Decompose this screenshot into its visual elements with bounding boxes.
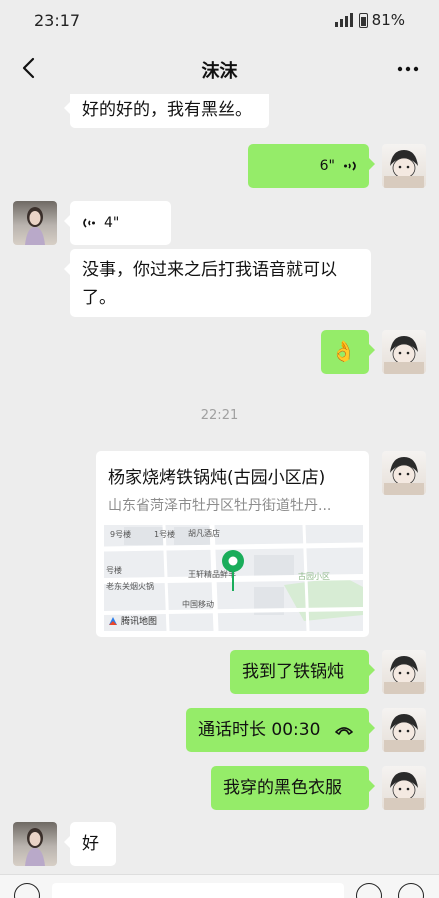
voice-duration: 6" — [319, 158, 335, 174]
signal-icon — [334, 13, 353, 27]
emoji-message-outgoing[interactable]: 👌 — [321, 330, 375, 374]
message-text: 好的好的，我有黑丝。 — [82, 100, 252, 120]
more-options-icon[interactable] — [393, 54, 423, 84]
tencent-map-logo-icon — [109, 616, 117, 625]
message-text: 没事，你过来之后打我语音就可以了。 — [82, 260, 337, 308]
message-text: 好 — [82, 834, 99, 854]
voice-wave-icon — [83, 218, 95, 228]
emoji-picker-icon[interactable] — [356, 883, 382, 898]
avatar-me[interactable] — [382, 451, 426, 495]
message-bubble-outgoing[interactable]: 我到了铁锅炖 — [230, 650, 375, 694]
phone-hangup-icon — [335, 727, 353, 735]
voice-message-incoming[interactable]: 4" — [64, 201, 171, 245]
map-label: 9号楼 — [110, 530, 132, 539]
timestamp-separator: 22:21 — [200, 408, 239, 423]
more-actions-plus-icon[interactable] — [398, 883, 424, 898]
avatar-me[interactable] — [382, 650, 426, 694]
avatar-me[interactable] — [382, 708, 426, 752]
map-label: 胡凡酒店 — [188, 529, 220, 538]
status-bar: 23:17 81% — [0, 0, 439, 44]
avatar-me[interactable] — [382, 766, 426, 810]
location-address: 山东省菏泽市牡丹区牡丹街道牡丹... — [108, 498, 332, 514]
map-label: 中国移动 — [182, 600, 214, 609]
avatar-illustration — [384, 150, 424, 188]
location-card[interactable]: 杨家烧烤铁锅炖(古园小区店) 山东省菏泽市牡丹区牡丹街道牡丹... 9号楼 1号… — [96, 451, 369, 637]
map-label: 老东关烟火锅 — [106, 582, 154, 591]
avatar-illustration — [384, 336, 424, 374]
map-label: 1号楼 — [154, 530, 176, 539]
message-input[interactable] — [52, 883, 344, 898]
avatar-illustration — [384, 714, 424, 752]
battery-percent: 81% — [371, 11, 405, 29]
map-label: 号楼 — [106, 566, 122, 575]
battery-icon — [358, 12, 368, 28]
avatar-contact[interactable] — [13, 201, 57, 245]
chat-messages[interactable]: 好的好的，我有黑丝。 6" 4" 没事，你过来之后打我语音就可以了。 👌 22:… — [0, 94, 439, 874]
voice-duration: 4" — [104, 215, 120, 231]
avatar-me[interactable] — [382, 330, 426, 374]
map-label: 古园小区 — [298, 572, 330, 581]
voice-wave-icon — [344, 161, 356, 171]
call-duration: 通话时长 00:30 — [198, 720, 321, 740]
location-pin-icon — [222, 550, 244, 591]
message-text: 我穿的黑色衣服 — [223, 778, 342, 798]
avatar-contact[interactable] — [13, 822, 57, 866]
avatar-photo — [25, 207, 45, 245]
chat-title: 沫沫 — [201, 61, 238, 82]
input-bar — [0, 874, 439, 898]
avatar-me[interactable] — [382, 144, 426, 188]
voice-input-toggle-icon[interactable] — [14, 883, 40, 898]
status-indicators: 81% — [334, 11, 405, 29]
avatar-photo — [25, 828, 45, 866]
map-provider-label: 腾讯地图 — [121, 617, 158, 627]
chat-header: 沫沫 — [0, 44, 439, 94]
voice-message-outgoing[interactable]: 6" — [248, 144, 375, 188]
avatar-illustration — [384, 656, 424, 694]
message-bubble-incoming[interactable]: 没事，你过来之后打我语音就可以了。 — [64, 249, 371, 317]
message-bubble-incoming[interactable]: 好的好的，我有黑丝。 — [64, 94, 269, 128]
message-bubble-incoming[interactable]: 好 — [64, 822, 116, 866]
map-provider: 腾讯地图 — [108, 614, 157, 627]
avatar-illustration — [384, 457, 424, 495]
message-text: 我到了铁锅炖 — [242, 662, 344, 682]
emoji: 👌 — [331, 339, 356, 363]
avatar-illustration — [384, 772, 424, 810]
status-time: 23:17 — [34, 11, 81, 30]
location-map[interactable]: 9号楼 1号楼 胡凡酒店 号楼 王轩精品鲜羊 老东关烟火锅 中国移动 古园小区 … — [104, 525, 363, 631]
location-title: 杨家烧烤铁锅炖(古园小区店) — [108, 468, 326, 488]
call-record-outgoing[interactable]: 通话时长 00:30 — [186, 708, 375, 752]
message-bubble-outgoing[interactable]: 我穿的黑色衣服 — [211, 766, 375, 810]
